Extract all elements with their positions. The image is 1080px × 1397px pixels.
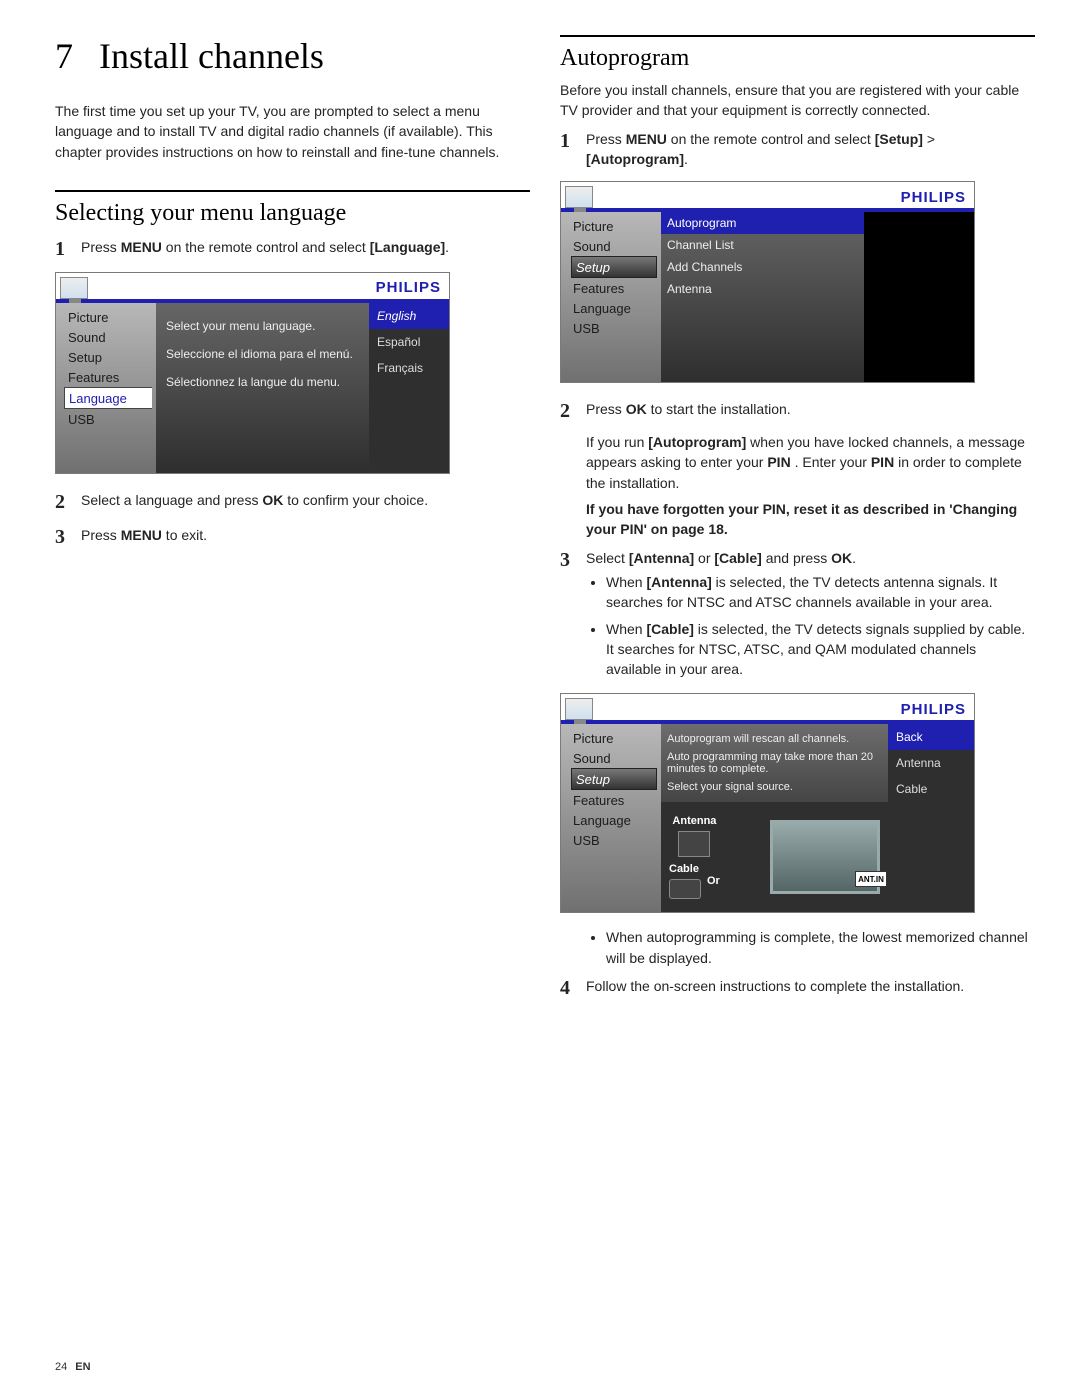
sidebar-item: Picture bbox=[571, 216, 657, 236]
option-highlight: English bbox=[369, 303, 449, 329]
option: Channel List bbox=[661, 234, 864, 256]
sidebar-item: Picture bbox=[66, 307, 152, 327]
diagram-label-or: Or bbox=[707, 875, 720, 887]
option: Antenna bbox=[888, 750, 974, 776]
bullet: When [Antenna] is selected, the TV detec… bbox=[606, 572, 1035, 613]
option: Español bbox=[369, 329, 449, 355]
screenshot-autoprogram-menu: PHILIPS Picture Sound Setup Features Lan… bbox=[560, 181, 975, 383]
sidebar-item: Features bbox=[571, 278, 657, 298]
right-step-2: 2 Press OK to start the installation. bbox=[560, 397, 1035, 426]
option-highlight: Autoprogram bbox=[661, 212, 864, 234]
right-intro: Before you install channels, ensure that… bbox=[560, 80, 1035, 121]
sidebar-item-active: Setup bbox=[571, 256, 657, 278]
bullet: When [Cable] is selected, the TV detects… bbox=[606, 619, 1035, 680]
right-step-4: 4 Follow the on-screen instructions to c… bbox=[560, 974, 1035, 1003]
sidebar-item: Setup bbox=[66, 347, 152, 367]
chapter-title: Install channels bbox=[99, 35, 324, 77]
sidebar-item: Language bbox=[571, 298, 657, 318]
sidebar-item-active: Language bbox=[64, 387, 152, 409]
brand-logo: PHILIPS bbox=[901, 701, 966, 718]
mid-pane: Select your menu language. Seleccione el… bbox=[156, 303, 369, 473]
antenna-icon bbox=[678, 831, 710, 857]
sidebar-item: USB bbox=[571, 830, 657, 850]
right-step-1: 1 Press MENU on the remote control and s… bbox=[560, 127, 1035, 174]
diagram-label-cable: Cable bbox=[669, 863, 701, 875]
left-step-2: 2 Select a language and press OK to conf… bbox=[55, 488, 530, 517]
left-step-3: 3 Press MENU to exit. bbox=[55, 523, 530, 552]
bullet: When autoprogramming is complete, the lo… bbox=[606, 927, 1035, 968]
option-highlight: Back bbox=[888, 724, 974, 750]
screenshot-antenna-cable: PHILIPS Picture Sound Setup Features Lan… bbox=[560, 693, 975, 913]
sidebar-item-active: Setup bbox=[571, 768, 657, 790]
chapter-intro: The first time you set up your TV, you a… bbox=[55, 101, 530, 162]
sidebar-item: Picture bbox=[571, 728, 657, 748]
chapter-number: 7 bbox=[55, 35, 73, 77]
note-panel: Autoprogram will rescan all channels. Au… bbox=[661, 724, 888, 802]
sidebar-item: Features bbox=[66, 367, 152, 387]
sidebar-item: Sound bbox=[571, 236, 657, 256]
screenshot-language-menu: PHILIPS Picture Sound Setup Features Lan… bbox=[55, 272, 450, 474]
option: Antenna bbox=[661, 278, 864, 300]
sidebar-item: Features bbox=[571, 790, 657, 810]
section-title-left: Selecting your menu language bbox=[55, 200, 530, 227]
page-footer: 24EN bbox=[55, 1361, 91, 1373]
monitor-icon bbox=[60, 277, 88, 299]
option: Add Channels bbox=[661, 256, 864, 278]
option: Cable bbox=[888, 776, 974, 802]
tv-screen-icon: ANT.IN bbox=[770, 820, 880, 894]
sidebar-menu: Picture Sound Setup Features Language US… bbox=[561, 724, 661, 912]
right-step-2-note: If you run [Autoprogram] when you have l… bbox=[586, 432, 1035, 539]
diagram-label-antenna: Antenna bbox=[672, 815, 716, 827]
antin-label: ANT.IN bbox=[855, 871, 887, 887]
sidebar-menu: Picture Sound Setup Features Language US… bbox=[561, 212, 661, 382]
sidebar-item: Language bbox=[571, 810, 657, 830]
diagram: Antenna Cable Or bbox=[661, 802, 888, 912]
sidebar-item: USB bbox=[66, 409, 152, 429]
option: Français bbox=[369, 355, 449, 381]
divider bbox=[55, 190, 530, 192]
divider bbox=[560, 35, 1035, 37]
sidebar-item: Sound bbox=[66, 327, 152, 347]
sidebar-item: Sound bbox=[571, 748, 657, 768]
mid-row: Seleccione el idioma para el menú. bbox=[166, 337, 359, 365]
mid-row: Select your menu language. bbox=[166, 309, 359, 337]
right-step-3: 3 Select [Antenna] or [Cable] and press … bbox=[560, 546, 1035, 686]
cable-box-icon bbox=[669, 879, 701, 899]
monitor-icon bbox=[565, 186, 593, 208]
right-options: English Español Français bbox=[369, 303, 449, 473]
brand-logo: PHILIPS bbox=[376, 279, 441, 296]
brand-logo: PHILIPS bbox=[901, 189, 966, 206]
left-step-1: 1 Press MENU on the remote control and s… bbox=[55, 235, 530, 264]
monitor-icon bbox=[565, 698, 593, 720]
mid-row: Sélectionnez la langue du menu. bbox=[166, 365, 359, 393]
sidebar-menu: Picture Sound Setup Features Language US… bbox=[56, 303, 156, 473]
section-title-right: Autoprogram bbox=[560, 45, 1035, 72]
sidebar-item: USB bbox=[571, 318, 657, 338]
chapter-heading: 7 Install channels bbox=[55, 35, 530, 77]
